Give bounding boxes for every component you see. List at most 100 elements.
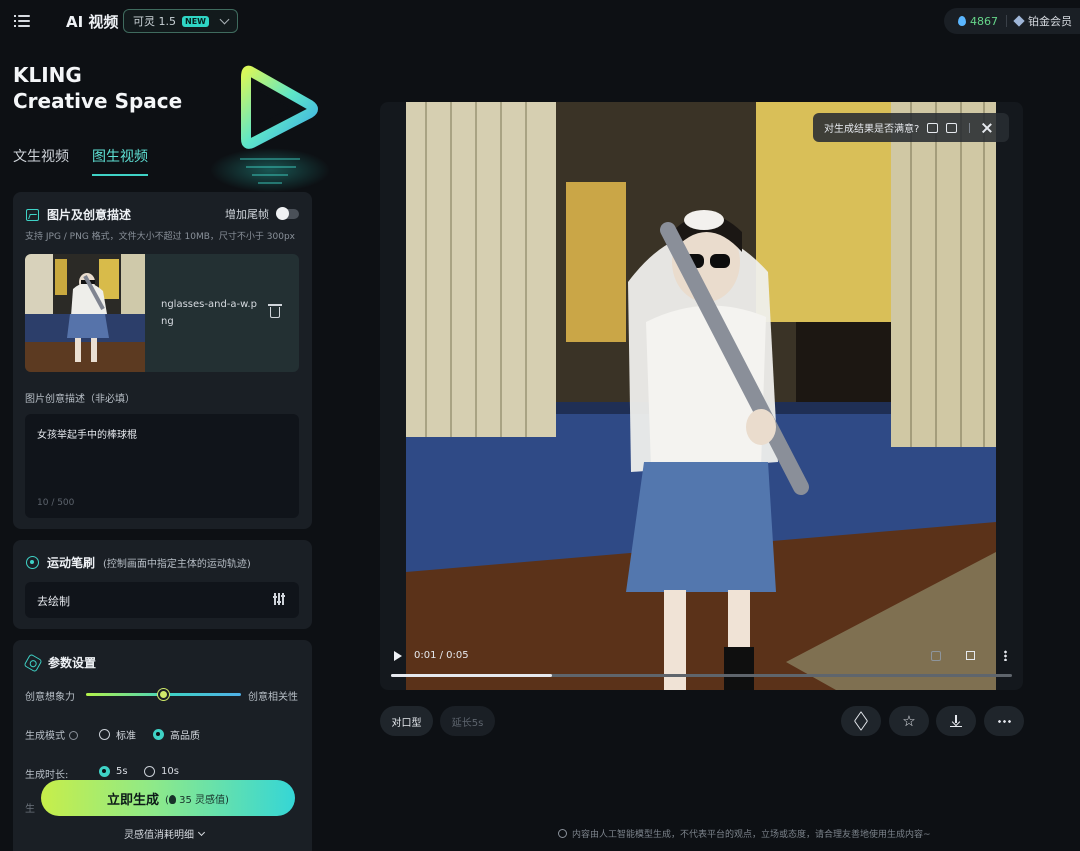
top-bar: AI 视频 可灵 1.5 NEW 4867 铂金会员 bbox=[0, 0, 1080, 44]
prompt-textarea[interactable]: 女孩举起手中的棒球棍 10 / 500 bbox=[25, 414, 299, 518]
progress-fill bbox=[391, 674, 553, 677]
membership-link[interactable]: 铂金会员 bbox=[1013, 13, 1072, 29]
credits-value: 4867 bbox=[970, 14, 998, 28]
more-horizontal-icon bbox=[997, 719, 1011, 723]
brand-line-1: KLING bbox=[13, 63, 82, 87]
app-title: AI 视频 bbox=[66, 13, 119, 31]
more-button[interactable] bbox=[984, 706, 1024, 736]
slider-handle[interactable] bbox=[157, 689, 169, 700]
params-title: 参数设置 bbox=[23, 652, 97, 673]
prompt-char-count: 10 / 500 bbox=[37, 498, 75, 508]
play-icon[interactable] bbox=[394, 651, 402, 661]
disclaimer: 内容由人工智能模型生成，不代表平台的观点，立场或态度，请合理友善地使用生成内容~ bbox=[558, 827, 931, 840]
thumb-up-icon[interactable] bbox=[927, 122, 939, 133]
mode-label-text: 生成模式 bbox=[25, 731, 65, 742]
playback-time: 0:01 / 0:05 bbox=[414, 650, 469, 661]
favorite-button[interactable]: ☆ bbox=[889, 706, 929, 736]
model-label: 可灵 1.5 bbox=[133, 15, 176, 28]
star-icon: ☆ bbox=[902, 711, 916, 730]
motion-brush-title: 运动笔刷 (控制画面中指定主体的运动轨迹) bbox=[26, 554, 251, 571]
info-icon[interactable] bbox=[69, 731, 78, 740]
extend-button[interactable]: 延长5s bbox=[440, 706, 495, 736]
mode-high-quality-label: 高品质 bbox=[170, 731, 200, 742]
thumb-down-icon[interactable] bbox=[946, 122, 958, 133]
more-vertical-icon[interactable] bbox=[1004, 650, 1007, 661]
chevron-down-icon bbox=[197, 828, 206, 836]
duration-option-10s[interactable]: 10s bbox=[144, 766, 179, 777]
generate-cost: ( 35 灵感值) bbox=[165, 794, 229, 806]
progress-bar[interactable] bbox=[391, 674, 1012, 677]
generate-button[interactable]: 立即生成 ( 35 灵感值) bbox=[41, 780, 295, 816]
creativity-slider[interactable] bbox=[86, 689, 241, 700]
next-row-label: 生 bbox=[25, 804, 35, 815]
video-player[interactable]: 0:01 / 0:05 bbox=[380, 102, 1023, 690]
trash-icon[interactable] bbox=[268, 304, 282, 318]
send-icon bbox=[854, 711, 868, 731]
draw-label: 去绘制 bbox=[37, 595, 70, 608]
brand-line-2: Creative Space bbox=[13, 89, 183, 113]
sliders-icon bbox=[273, 593, 285, 605]
duration-5s-label: 5s bbox=[116, 766, 128, 777]
brand-title: KLING Creative Space bbox=[13, 62, 182, 114]
tab-image-to-video[interactable]: 图生视频 bbox=[92, 146, 148, 176]
credits-balance[interactable]: 4867 bbox=[944, 15, 998, 28]
motion-brush-card: 运动笔刷 (控制画面中指定主体的运动轨迹) 去绘制 bbox=[13, 540, 312, 629]
download-icon bbox=[950, 715, 962, 727]
cost-detail-link[interactable]: 灵感值消耗明细 bbox=[124, 826, 206, 841]
divider bbox=[1006, 15, 1007, 27]
params-card: 参数设置 创意想象力 创意相关性 生成模式 标准 高品质 生成时长: 5s 10… bbox=[13, 640, 312, 851]
menu-icon[interactable] bbox=[14, 14, 30, 28]
radio-standard[interactable] bbox=[99, 729, 110, 740]
disclaimer-text: 内容由人工智能模型生成，不代表平台的观点，立场或态度，请合理友善地使用生成内容~ bbox=[572, 830, 931, 840]
generate-cost-value: 35 灵感值 bbox=[179, 794, 226, 806]
feedback-bar: 对生成结果是否满意? bbox=[813, 113, 1009, 142]
prompt-text: 女孩举起手中的棒球棍 bbox=[37, 430, 137, 441]
info-icon bbox=[558, 829, 567, 838]
download-button[interactable] bbox=[936, 706, 976, 736]
player-controls: 0:01 / 0:05 bbox=[380, 642, 1023, 690]
duration-label: 生成时长: bbox=[25, 770, 69, 781]
duration-10s-label: 10s bbox=[161, 766, 179, 777]
motion-brush-icon bbox=[26, 556, 39, 569]
mode-tabs: 文生视频 图生视频 bbox=[13, 146, 148, 176]
video-frame-image bbox=[406, 102, 996, 690]
diamond-icon bbox=[1013, 15, 1025, 27]
motion-brush-subtitle: (控制画面中指定主体的运动轨迹) bbox=[103, 559, 251, 570]
radio-5s[interactable] bbox=[99, 766, 110, 777]
lip-sync-button[interactable]: 对口型 bbox=[380, 706, 433, 736]
fullscreen-icon[interactable] bbox=[966, 651, 975, 660]
prompt-label: 图片创意描述（非必填） bbox=[25, 394, 135, 405]
cost-detail-label: 灵感值消耗明细 bbox=[124, 830, 194, 841]
radio-10s[interactable] bbox=[144, 766, 155, 777]
generate-label: 立即生成 bbox=[107, 792, 160, 808]
duration-option-5s[interactable]: 5s bbox=[99, 766, 128, 777]
share-button[interactable] bbox=[841, 706, 881, 736]
membership-label: 铂金会员 bbox=[1028, 15, 1072, 28]
account-pill: 4867 铂金会员 bbox=[944, 8, 1080, 34]
draw-button[interactable]: 去绘制 bbox=[25, 582, 299, 618]
end-frame-toggle[interactable] bbox=[276, 207, 299, 220]
close-icon[interactable] bbox=[982, 123, 992, 133]
mode-standard-label: 标准 bbox=[116, 731, 136, 742]
feedback-question: 对生成结果是否满意? bbox=[824, 124, 920, 135]
slider-left-label: 创意想象力 bbox=[25, 692, 75, 703]
divider bbox=[969, 122, 971, 133]
image-icon bbox=[26, 208, 39, 221]
end-frame-label: 增加尾帧 bbox=[225, 208, 269, 221]
mode-option-standard[interactable]: 标准 bbox=[99, 727, 136, 742]
radio-high-quality[interactable] bbox=[153, 729, 164, 740]
mode-option-high-quality[interactable]: 高品质 bbox=[153, 727, 200, 742]
chevron-down-icon bbox=[219, 14, 230, 25]
uploaded-image[interactable]: nglasses-and-a-w.png bbox=[25, 254, 299, 372]
mode-label: 生成模式 bbox=[25, 727, 78, 742]
slider-right-label: 创意相关性 bbox=[248, 692, 298, 703]
kling-logo-icon bbox=[210, 65, 330, 192]
tab-text-to-video[interactable]: 文生视频 bbox=[13, 146, 69, 176]
params-title-text: 参数设置 bbox=[48, 656, 97, 670]
image-filename: nglasses-and-a-w.png bbox=[161, 299, 257, 327]
credit-icon bbox=[168, 794, 176, 804]
motion-brush-title-text: 运动笔刷 bbox=[47, 556, 96, 570]
mute-icon[interactable] bbox=[931, 651, 941, 661]
model-select[interactable]: 可灵 1.5 NEW bbox=[123, 9, 238, 33]
upload-hint: 支持 JPG / PNG 格式，文件大小不超过 10MB，尺寸不小于 300px bbox=[25, 232, 295, 242]
